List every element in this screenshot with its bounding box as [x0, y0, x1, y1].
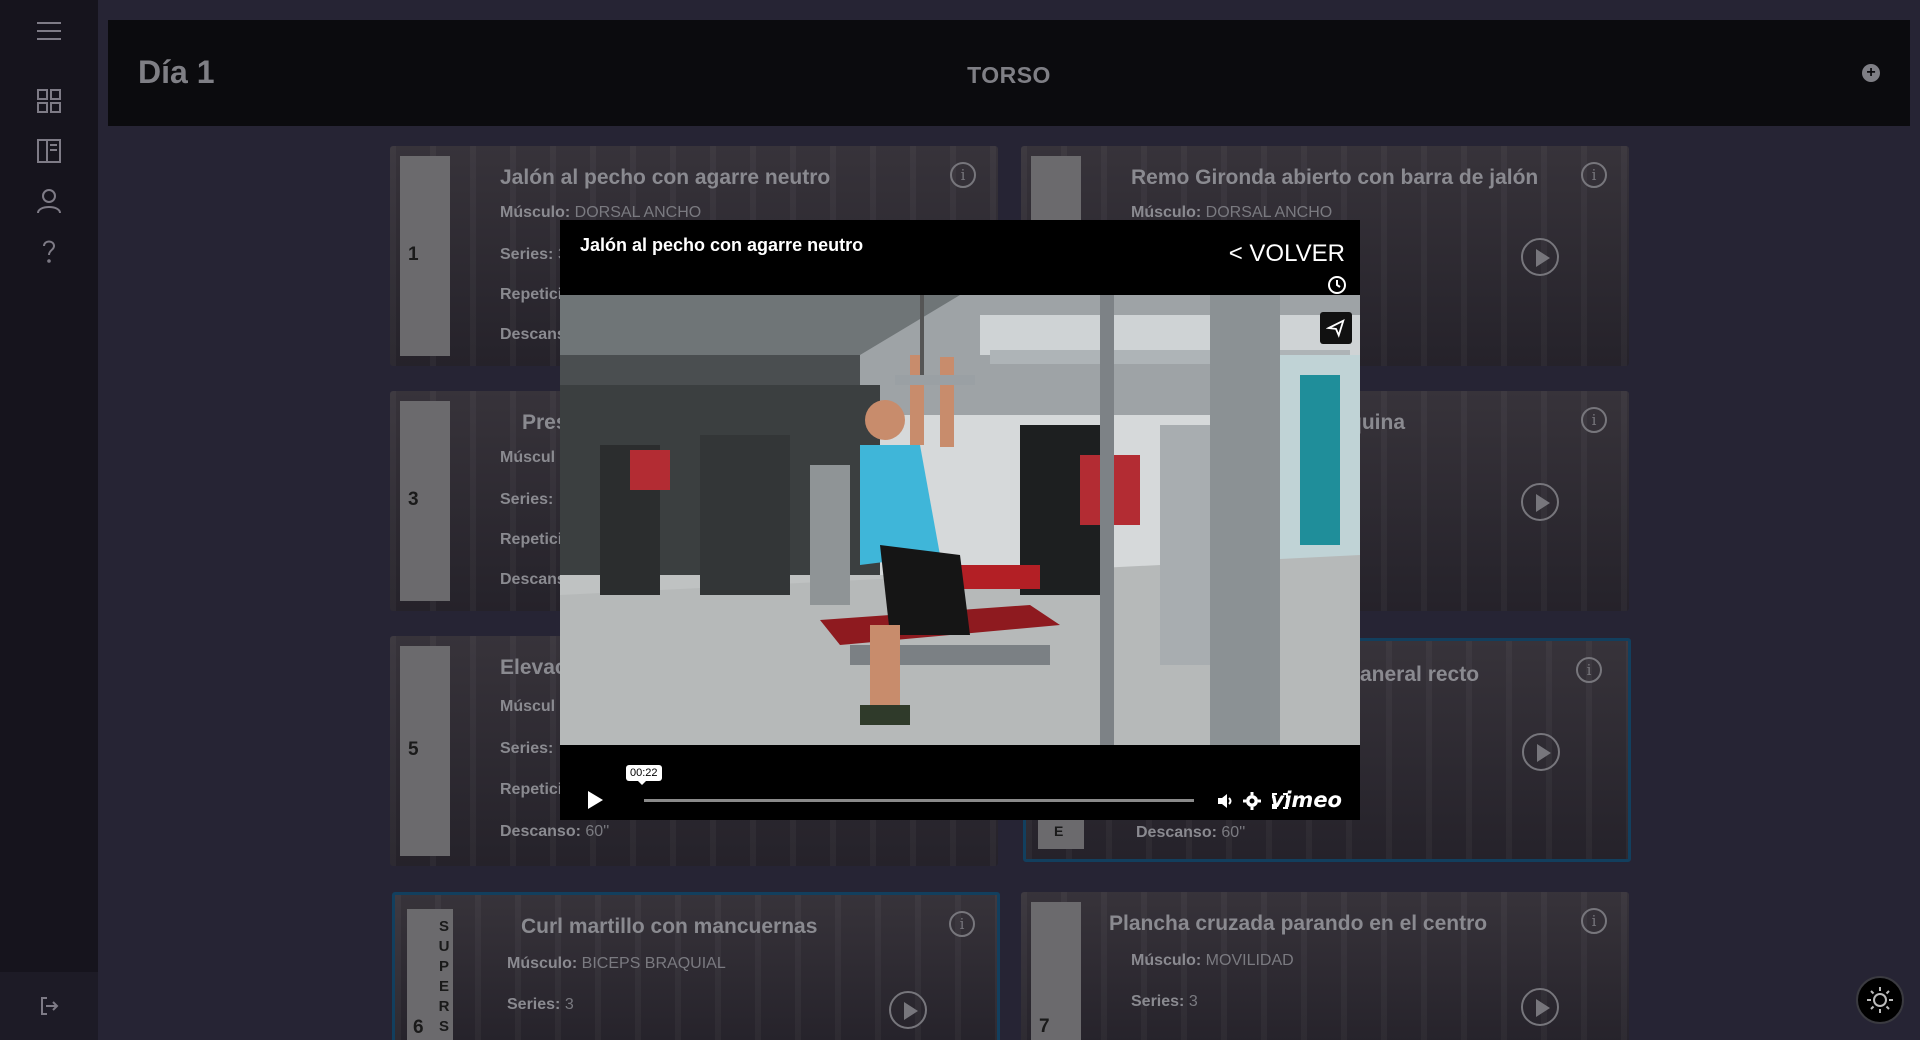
series-line: Series: — [500, 740, 554, 757]
order-tab: 5 — [400, 646, 450, 856]
logout-button[interactable] — [0, 972, 98, 1040]
sidebar — [0, 0, 98, 1040]
order-number: 3 — [408, 489, 419, 510]
video-modal: Jalón al pecho con agarre neutro < VOLVE… — [560, 220, 1360, 820]
exercise-title: Jalón al pecho con agarre neutro — [500, 166, 831, 189]
exercise-title: Elevac — [500, 656, 567, 679]
play-icon[interactable] — [889, 991, 927, 1029]
gym-scene — [560, 295, 1360, 745]
reps-line: Repetici — [500, 781, 563, 798]
info-icon[interactable]: i — [950, 162, 976, 188]
exercise-title: Plancha cruzada parando en el centro — [1109, 912, 1488, 935]
order-tab: 7 — [1031, 902, 1081, 1040]
play-icon[interactable] — [1521, 238, 1559, 276]
muscle-line: Múscul — [500, 698, 556, 715]
muscle-line: Músculo: BICEPS BRAQUIAL — [507, 955, 726, 972]
order-tab: SUPERSE 6 — [407, 909, 453, 1040]
modal-title: Jalón al pecho con agarre neutro — [580, 235, 864, 255]
book-icon[interactable] — [32, 134, 66, 168]
order-number: E — [1054, 823, 1064, 839]
time-tooltip: 00:22 — [626, 765, 662, 785]
order-number: 6 — [413, 1017, 424, 1038]
logout-icon — [41, 997, 59, 1015]
order-tab: 3 — [400, 401, 450, 601]
exercise-title: Curl martillo con mancuernas — [521, 915, 818, 938]
play-icon[interactable] — [1521, 483, 1559, 521]
muscle-line: Músculo: MOVILIDAD — [1131, 952, 1294, 969]
info-icon[interactable]: i — [1581, 908, 1607, 934]
exercise-title: aneral recto — [1360, 663, 1480, 686]
play-icon[interactable] — [1521, 988, 1559, 1026]
order-number: 1 — [408, 244, 419, 265]
back-button[interactable]: < VOLVER — [1229, 240, 1345, 268]
superset-label: SUPERSE — [438, 918, 450, 1040]
day-header: Día 1 TORSO + — [108, 20, 1910, 126]
series-line: Series: 3 — [1131, 993, 1198, 1010]
vimeo-logo[interactable]: vimeo — [1271, 788, 1342, 812]
theme-toggle-button[interactable] — [1856, 976, 1904, 1024]
info-icon[interactable]: i — [1576, 657, 1602, 683]
help-icon[interactable] — [32, 234, 66, 268]
settings-icon[interactable] — [1242, 791, 1262, 811]
order-number: 5 — [408, 739, 419, 760]
info-icon[interactable]: i — [1581, 407, 1607, 433]
sun-icon — [1867, 987, 1893, 1013]
exercise-card[interactable]: SUPERSE 6 Curl martillo con mancuernas M… — [392, 892, 1000, 1040]
volume-icon[interactable] — [1215, 791, 1235, 811]
info-icon[interactable]: i — [949, 911, 975, 937]
order-number: 7 — [1039, 1016, 1050, 1037]
order-tab: 1 — [400, 156, 450, 356]
reps-line: Repetici — [500, 286, 563, 303]
info-icon[interactable]: i — [1581, 162, 1607, 188]
watch-later-icon[interactable] — [1326, 274, 1348, 296]
progress-bar[interactable] — [644, 799, 1194, 802]
dashboard-icon[interactable] — [32, 84, 66, 118]
series-line: Series: 3 — [500, 246, 567, 263]
video-controls: 00:22 vimeo — [560, 745, 1360, 820]
exercise-card[interactable]: 7 Plancha cruzada parando en el centro M… — [1021, 892, 1629, 1040]
series-line: Series: 3 — [507, 996, 574, 1013]
rest-line: Descanso: 60'' — [500, 823, 610, 840]
exercise-title: Remo Gironda abierto con barra de jalón — [1131, 166, 1539, 189]
series-line: Series: — [500, 491, 554, 508]
reps-line: Repetici — [500, 531, 563, 548]
user-icon[interactable] — [32, 184, 66, 218]
share-icon[interactable] — [1320, 312, 1352, 344]
rest-line: Descans — [500, 571, 566, 588]
rest-line: Descans — [500, 326, 566, 343]
play-button[interactable] — [588, 791, 603, 809]
play-icon[interactable] — [1522, 733, 1560, 771]
add-icon[interactable]: + — [1862, 64, 1880, 82]
menu-icon[interactable] — [32, 14, 66, 48]
rest-line: Descanso: 60'' — [1136, 824, 1246, 841]
video-player[interactable] — [560, 295, 1360, 745]
section-title: TORSO — [967, 62, 1051, 88]
muscle-line: Múscul — [500, 449, 556, 466]
